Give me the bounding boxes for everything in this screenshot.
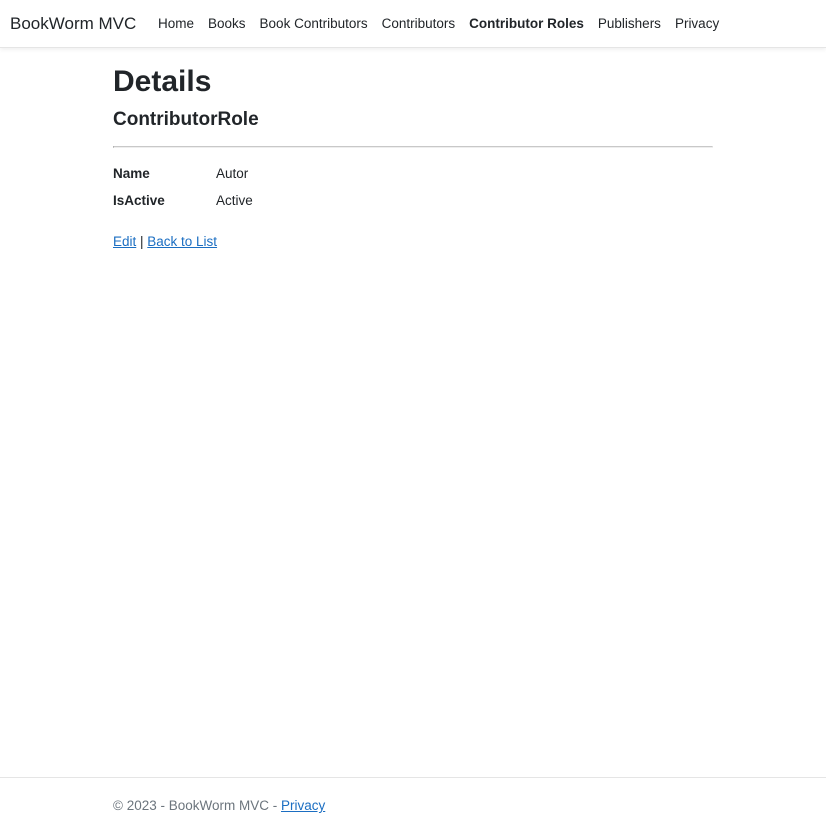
divider <box>113 146 713 148</box>
field-label: Name <box>113 166 150 181</box>
detail-row-isactive: IsActive Active <box>113 192 713 219</box>
nav-link-home[interactable]: Home <box>158 15 194 33</box>
nav-link-privacy[interactable]: Privacy <box>675 15 719 33</box>
action-separator: | <box>136 234 148 249</box>
field-value: Active <box>216 193 253 208</box>
back-to-list-link[interactable]: Back to List <box>147 234 217 249</box>
nav-link-contributor-roles[interactable]: Contributor Roles <box>469 15 584 33</box>
brand-link[interactable]: BookWorm MVC <box>10 13 136 35</box>
main-content: Details ContributorRole Name Autor IsAct… <box>113 62 713 251</box>
entity-title: ContributorRole <box>113 109 259 130</box>
field-value: Autor <box>216 166 249 181</box>
top-navbar: BookWorm MVC Home Books Book Contributor… <box>0 0 826 48</box>
details-list: Name Autor IsActive Active <box>113 165 713 219</box>
footer-privacy-link[interactable]: Privacy <box>281 798 325 813</box>
copyright-text: © 2023 - BookWorm MVC - <box>113 798 281 813</box>
detail-row-name: Name Autor <box>113 165 713 192</box>
nav-links: Home Books Book Contributors Contributor… <box>158 15 733 33</box>
field-label: IsActive <box>113 193 165 208</box>
edit-link[interactable]: Edit <box>113 234 136 249</box>
nav-link-books[interactable]: Books <box>208 15 246 33</box>
nav-link-publishers[interactable]: Publishers <box>598 15 661 33</box>
nav-link-contributors[interactable]: Contributors <box>382 15 456 33</box>
nav-link-book-contributors[interactable]: Book Contributors <box>260 15 368 33</box>
page-title: Details <box>113 65 212 98</box>
actions: Edit | Back to List <box>113 233 713 251</box>
footer-text: © 2023 - BookWorm MVC - Privacy <box>113 797 325 815</box>
footer: © 2023 - BookWorm MVC - Privacy <box>0 777 826 829</box>
